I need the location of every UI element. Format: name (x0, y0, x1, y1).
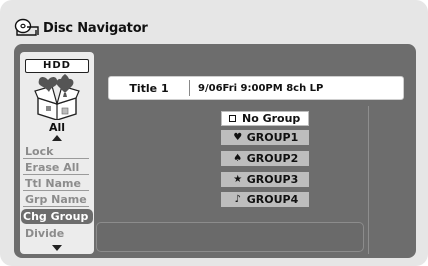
group-option-label: GROUP2 (246, 152, 299, 165)
spade-icon: ♠ (233, 153, 243, 164)
group-option-label: GROUP1 (246, 131, 299, 144)
group-option-label: No Group (242, 112, 301, 125)
star-icon: ★ (233, 174, 243, 185)
group-option-label: GROUP3 (246, 173, 299, 186)
disc-navigator-icon (14, 18, 39, 36)
title-details: 9/06Fri 9:00PM 8ch LP (198, 82, 324, 94)
group-option-group3[interactable]: ★ GROUP3 (221, 172, 309, 187)
group-option-no-group[interactable]: No Group (221, 111, 309, 126)
sidebar: HDD All Lock Erase All Ttl Name Grp Name… (20, 52, 94, 254)
menu-item-divide[interactable]: Divide (23, 226, 89, 241)
group-option-group1[interactable]: ♥ GROUP1 (221, 130, 309, 145)
menu-item-lock[interactable]: Lock (23, 144, 89, 159)
filter-label: All (48, 121, 66, 134)
menu-item-title-name[interactable]: Ttl Name (23, 176, 89, 191)
square-icon (229, 115, 236, 122)
hdd-label: HDD (25, 59, 89, 73)
menu-item-change-group[interactable]: Chg Group (21, 209, 93, 224)
music-note-icon: ♪ (234, 194, 241, 205)
scroll-down-arrow-icon[interactable] (52, 245, 62, 251)
menu-item-erase-all[interactable]: Erase All (23, 160, 89, 175)
panel-divider (368, 106, 369, 254)
title-bar: Disc Navigator (14, 16, 148, 40)
title-info-bar: Title 1 9/06Fri 9:00PM 8ch LP (108, 76, 404, 100)
group-option-group2[interactable]: ♠ GROUP2 (221, 151, 309, 166)
title-name: Title 1 (129, 81, 169, 95)
window-title: Disc Navigator (43, 20, 148, 36)
message-bar (96, 222, 364, 252)
hearts-spades-box-icon (34, 74, 80, 120)
group-option-group4[interactable]: ♪ GROUP4 (221, 192, 309, 207)
screen: Disc Navigator HDD All Lock Erase All Tt… (0, 0, 428, 266)
scroll-up-arrow-icon[interactable] (52, 135, 62, 141)
heart-icon: ♥ (233, 132, 243, 143)
group-option-label: GROUP4 (246, 193, 299, 206)
menu-item-group-name[interactable]: Grp Name (23, 192, 89, 207)
